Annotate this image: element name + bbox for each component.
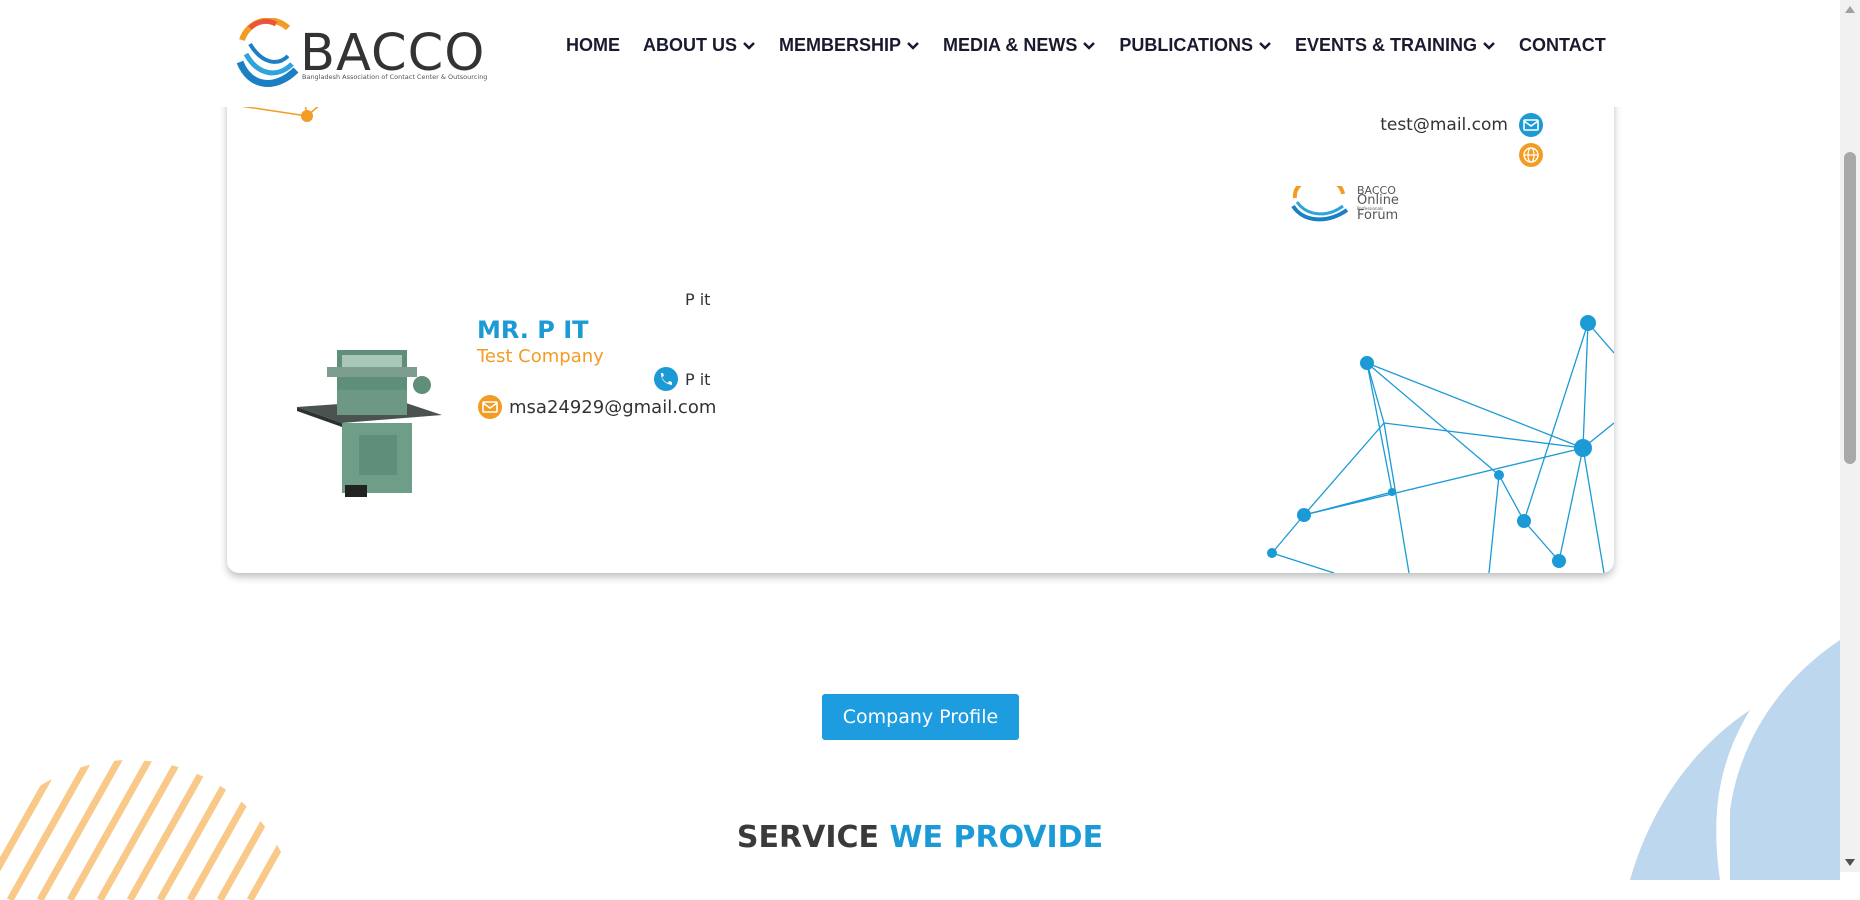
company-profile-button[interactable]: Company Profile <box>822 694 1019 740</box>
site-header: BACCO Bangladesh Association of Contact … <box>0 0 1840 107</box>
globe-icon[interactable] <box>1518 142 1544 168</box>
nav-media-news[interactable]: MEDIA & NEWS <box>943 35 1096 56</box>
member-product-image <box>297 350 442 497</box>
forum-logo-line: Online <box>1357 193 1399 208</box>
member-email-row[interactable]: msa24929@gmail.com <box>477 394 716 420</box>
envelope-icon[interactable] <box>1518 112 1544 138</box>
nav-about-us-label: ABOUT US <box>643 35 737 55</box>
card-email[interactable]: test@mail.com <box>1380 115 1508 135</box>
page-scrollbar[interactable] <box>1840 0 1860 872</box>
forum-logo-mark <box>1291 175 1349 222</box>
nav-membership[interactable]: MEMBERSHIP <box>779 35 920 56</box>
nav-home[interactable]: HOME <box>566 35 620 56</box>
scroll-up-arrow-icon[interactable] <box>1845 6 1855 13</box>
bacco-logo[interactable]: BACCO Bangladesh Association of Contact … <box>236 18 487 88</box>
scrollbar-thumb[interactable] <box>1844 152 1856 464</box>
nav-about-us[interactable]: ABOUT US <box>643 35 756 56</box>
nav-events-training[interactable]: EVENTS & TRAINING <box>1295 35 1496 56</box>
forum-logo-text: BACCO Online Professionals Forum <box>1357 185 1399 223</box>
member-name: MR. P IT <box>477 316 589 344</box>
chevron-down-icon <box>1483 41 1495 50</box>
bacco-logo-mark <box>236 18 299 87</box>
envelope-icon <box>478 395 502 419</box>
main-nav: HOME ABOUT US MEMBERSHIP MEDIA & NEWS PU… <box>566 35 1629 56</box>
nav-contact-label: CONTACT <box>1519 35 1606 55</box>
member-company: Test Company <box>477 346 604 367</box>
phone-icon <box>654 367 678 391</box>
nav-publications[interactable]: PUBLICATIONS <box>1119 35 1272 56</box>
bacco-online-forum-logo: BACCO Online Professionals Forum <box>1291 175 1399 226</box>
member-email: msa24929@gmail.com <box>509 396 717 418</box>
service-title-accent: WE PROVIDE <box>889 820 1104 855</box>
service-title-dark: SERVICE <box>736 820 880 855</box>
card-website-row <box>1380 140 1544 170</box>
card-contact-info: test@mail.com <box>1380 110 1544 170</box>
nav-events-training-label: EVENTS & TRAINING <box>1295 35 1478 55</box>
chevron-down-icon <box>1259 41 1271 50</box>
nav-contact[interactable]: CONTACT <box>1519 35 1606 56</box>
logo-tagline: Bangladesh Association of Contact Center… <box>302 73 488 81</box>
forum-logo-line: Forum <box>1357 208 1399 223</box>
nav-media-news-label: MEDIA & NEWS <box>943 35 1078 55</box>
nav-publications-label: PUBLICATIONS <box>1119 35 1254 55</box>
scroll-down-arrow-icon[interactable] <box>1845 859 1855 866</box>
service-section-title: SERVICE WE PROVIDE <box>0 820 1840 855</box>
member-phone-row[interactable]: P it <box>653 366 710 392</box>
network-decoration-bottom <box>1267 315 1614 573</box>
nav-home-label: HOME <box>566 35 620 55</box>
chevron-down-icon <box>743 41 755 50</box>
member-role: P it <box>685 290 711 309</box>
chevron-down-icon <box>907 41 919 50</box>
card-email-row: test@mail.com <box>1380 110 1544 140</box>
member-card: test@mail.com BACCO Online Professionals… <box>227 90 1614 573</box>
chevron-down-icon <box>1083 41 1096 50</box>
member-phone: P it <box>685 369 711 389</box>
nav-membership-label: MEMBERSHIP <box>779 35 902 55</box>
